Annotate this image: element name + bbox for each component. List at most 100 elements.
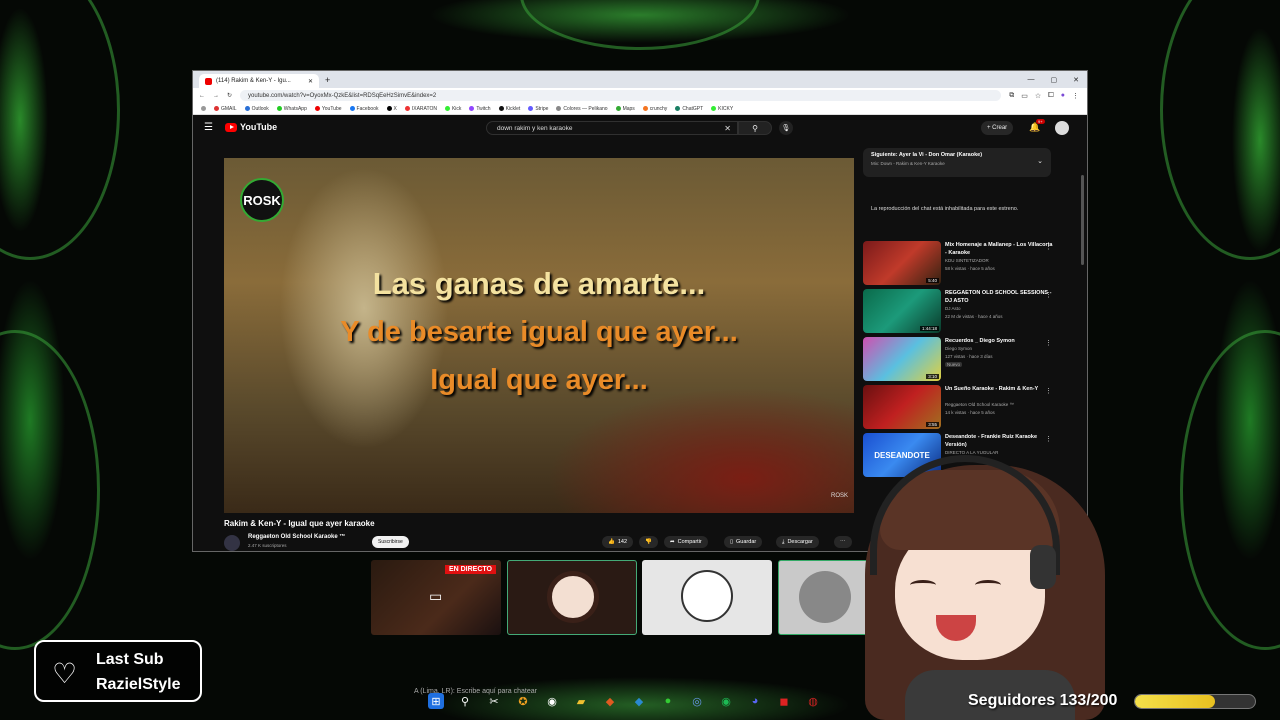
- tab-youtube[interactable]: (114) Rakim & Ken-Y - Igu... ✕: [199, 74, 319, 88]
- recommended-video[interactable]: 3:10 Recuerdos _ Diego Symon Diego Symon…: [863, 337, 1075, 381]
- download-button[interactable]: ⤓ Descargar: [776, 536, 819, 548]
- scene-thumbnail-live[interactable]: EN DIRECTO ▭: [371, 560, 501, 635]
- more-icon: ⋯: [840, 539, 846, 545]
- more-actions-button[interactable]: ⋯: [834, 536, 852, 548]
- hamburger-menu-icon[interactable]: ☰: [204, 122, 213, 133]
- bookmark-label: IXARATON: [411, 105, 437, 112]
- profile-icon[interactable]: ●: [1061, 92, 1065, 100]
- forward-icon[interactable]: →: [213, 93, 219, 99]
- up-next-panel[interactable]: Siguiente: Ayer la Vi - Don Omar (Karaok…: [863, 148, 1051, 177]
- scene-thumbnail-avatar[interactable]: [507, 560, 637, 635]
- bookmark-kicky[interactable]: KICKY: [711, 106, 733, 112]
- obs-icon[interactable]: ◉: [544, 693, 560, 709]
- close-window-icon[interactable]: ✕: [1073, 76, 1079, 84]
- bookmark-twitch[interactable]: Twitch: [469, 106, 491, 112]
- bookmark-maps[interactable]: Maps: [615, 106, 635, 112]
- youtube-logo[interactable]: YouTube: [225, 122, 277, 132]
- share-button[interactable]: ➦ Compartir: [664, 536, 708, 548]
- extensions-icon[interactable]: ⧠: [1048, 92, 1054, 100]
- followers-progress-bar: [1134, 694, 1256, 709]
- bookmark-label: Outlook: [251, 105, 269, 112]
- recommended-video[interactable]: 3:55 Un Sueño Karaoke - Rakim & Ken-Y Re…: [863, 385, 1075, 429]
- vtuber-eye: [975, 580, 1001, 590]
- channel-avatar[interactable]: [224, 535, 240, 551]
- search-button[interactable]: ⚲: [738, 121, 772, 135]
- bookmark-youtube[interactable]: YouTube: [314, 106, 342, 112]
- close-tab-icon[interactable]: ✕: [308, 78, 313, 85]
- maximize-icon[interactable]: ▢: [1051, 76, 1058, 84]
- video-player[interactable]: ROSK Las ganas de amarte... Y de besarte…: [224, 158, 854, 513]
- menu-dots-icon[interactable]: ⋮: [1072, 92, 1079, 100]
- steam-icon[interactable]: ◎: [689, 693, 705, 709]
- clear-search-icon[interactable]: ✕: [724, 124, 731, 133]
- channel-name[interactable]: Reggaeton Old School Karaoke ™: [248, 534, 345, 540]
- up-next-subtitle: Mix: Down - Rakim & Ken-Y Karaoke: [871, 161, 945, 166]
- recommended-channel: DJ Asto: [945, 306, 961, 311]
- app-icon[interactable]: ◍: [805, 693, 821, 709]
- bookmark-label: ChatGPT: [682, 105, 704, 112]
- bookmark-whatsapp[interactable]: WhatsApp: [276, 106, 307, 112]
- more-vert-icon[interactable]: ⋮: [1045, 291, 1052, 299]
- like-button[interactable]: 👍 142: [602, 536, 634, 548]
- sidebar-scrollbar[interactable]: [1081, 175, 1084, 265]
- recommended-channel: Diego Symon: [945, 346, 973, 351]
- more-vert-icon[interactable]: ⋮: [1045, 243, 1052, 251]
- reload-icon[interactable]: ↻: [227, 92, 232, 99]
- youtube-header: ☰ YouTube down rakim y ken karaoke ✕ ⚲ 🎙…: [193, 115, 1087, 141]
- bookmark-x[interactable]: X: [386, 106, 397, 112]
- bookmark-kicklet[interactable]: Kicklet: [498, 106, 520, 112]
- search-input[interactable]: down rakim y ken karaoke ✕: [486, 121, 738, 135]
- recommended-video[interactable]: 5:40 Mix Homenaje a Mallanep - Los Villa…: [863, 241, 1075, 285]
- save-button[interactable]: ▯ Guardar: [724, 536, 763, 548]
- more-vert-icon[interactable]: ⋮: [1045, 435, 1052, 443]
- url-input[interactable]: youtube.com/watch?v=OyoxMx-QzkE&list=RDS…: [240, 90, 1002, 101]
- recommended-title: Mix Homenaje a Mallanep - Los Villacorta…: [945, 242, 1053, 256]
- bookmark-chatgpt[interactable]: ChatGPT: [675, 106, 703, 112]
- minimize-icon[interactable]: —: [1028, 76, 1035, 84]
- bookmark-crunchy[interactable]: crunchy: [642, 106, 667, 112]
- bookmark-colores[interactable]: Colores — Pelikano: [556, 106, 608, 112]
- more-vert-icon[interactable]: ⋮: [1045, 339, 1052, 347]
- bookmark-gmail[interactable]: GMAIL: [214, 106, 237, 112]
- scene-thumbnail-glasses[interactable]: [642, 560, 772, 635]
- bookmark-apps[interactable]: [201, 106, 206, 111]
- create-button[interactable]: + Crear: [981, 121, 1014, 135]
- voice-search-button[interactable]: 🎙: [779, 121, 793, 135]
- avatar[interactable]: [1055, 121, 1069, 135]
- app-icon[interactable]: ✪: [515, 693, 531, 709]
- app-icon[interactable]: ◆: [631, 693, 647, 709]
- app-icon[interactable]: ◆: [602, 693, 618, 709]
- more-vert-icon[interactable]: ⋮: [1045, 387, 1052, 395]
- snipping-tool-icon[interactable]: ✂: [486, 693, 502, 709]
- cast-icon[interactable]: ▭: [1021, 92, 1028, 100]
- chevron-down-icon[interactable]: ⌄: [1037, 157, 1043, 165]
- glasses-face-icon: [681, 570, 733, 622]
- bookmark-outlook[interactable]: Outlook: [244, 105, 269, 112]
- back-icon[interactable]: ←: [199, 93, 205, 99]
- vine-decoration: [0, 330, 100, 650]
- create-label: + Crear: [987, 125, 1008, 131]
- bookmark-star-icon[interactable]: ☆: [1035, 92, 1041, 100]
- recommended-title: Deseandote - Frankie Ruiz Karaoke Versió…: [945, 434, 1038, 448]
- recommended-video[interactable]: 1:44:18 REGGAETON OLD SCHOOL SESSIONS - …: [863, 289, 1075, 333]
- search-icon[interactable]: ⚲: [457, 693, 473, 709]
- new-tab-button[interactable]: +: [325, 75, 330, 85]
- spotify-icon[interactable]: ◉: [718, 693, 734, 709]
- bookmark-ixaraton[interactable]: IXARATON: [404, 105, 437, 112]
- youtube-favicon-icon: [205, 77, 212, 85]
- bookmark-facebook[interactable]: Facebook: [349, 106, 379, 112]
- last-sub-name: RazielStyle: [96, 676, 181, 693]
- app-icon[interactable]: ◼: [776, 693, 792, 709]
- bookmark-stripe[interactable]: Stripe: [528, 106, 548, 112]
- discord-icon[interactable]: ◕: [747, 693, 763, 709]
- windows-start-icon[interactable]: ⊞: [428, 693, 444, 709]
- dislike-button[interactable]: 👎: [639, 536, 658, 548]
- followers-progress-fill: [1135, 695, 1215, 708]
- install-icon[interactable]: ⧉: [1009, 92, 1014, 100]
- file-explorer-icon[interactable]: ▰: [573, 693, 589, 709]
- chrome-icon[interactable]: ●: [660, 693, 676, 709]
- headset-earcup: [1030, 545, 1056, 589]
- lyric-line-3: Igual que ayer...: [430, 364, 648, 396]
- subscribe-button[interactable]: Suscribirse: [372, 536, 409, 548]
- bookmark-kick[interactable]: Kick: [444, 106, 461, 112]
